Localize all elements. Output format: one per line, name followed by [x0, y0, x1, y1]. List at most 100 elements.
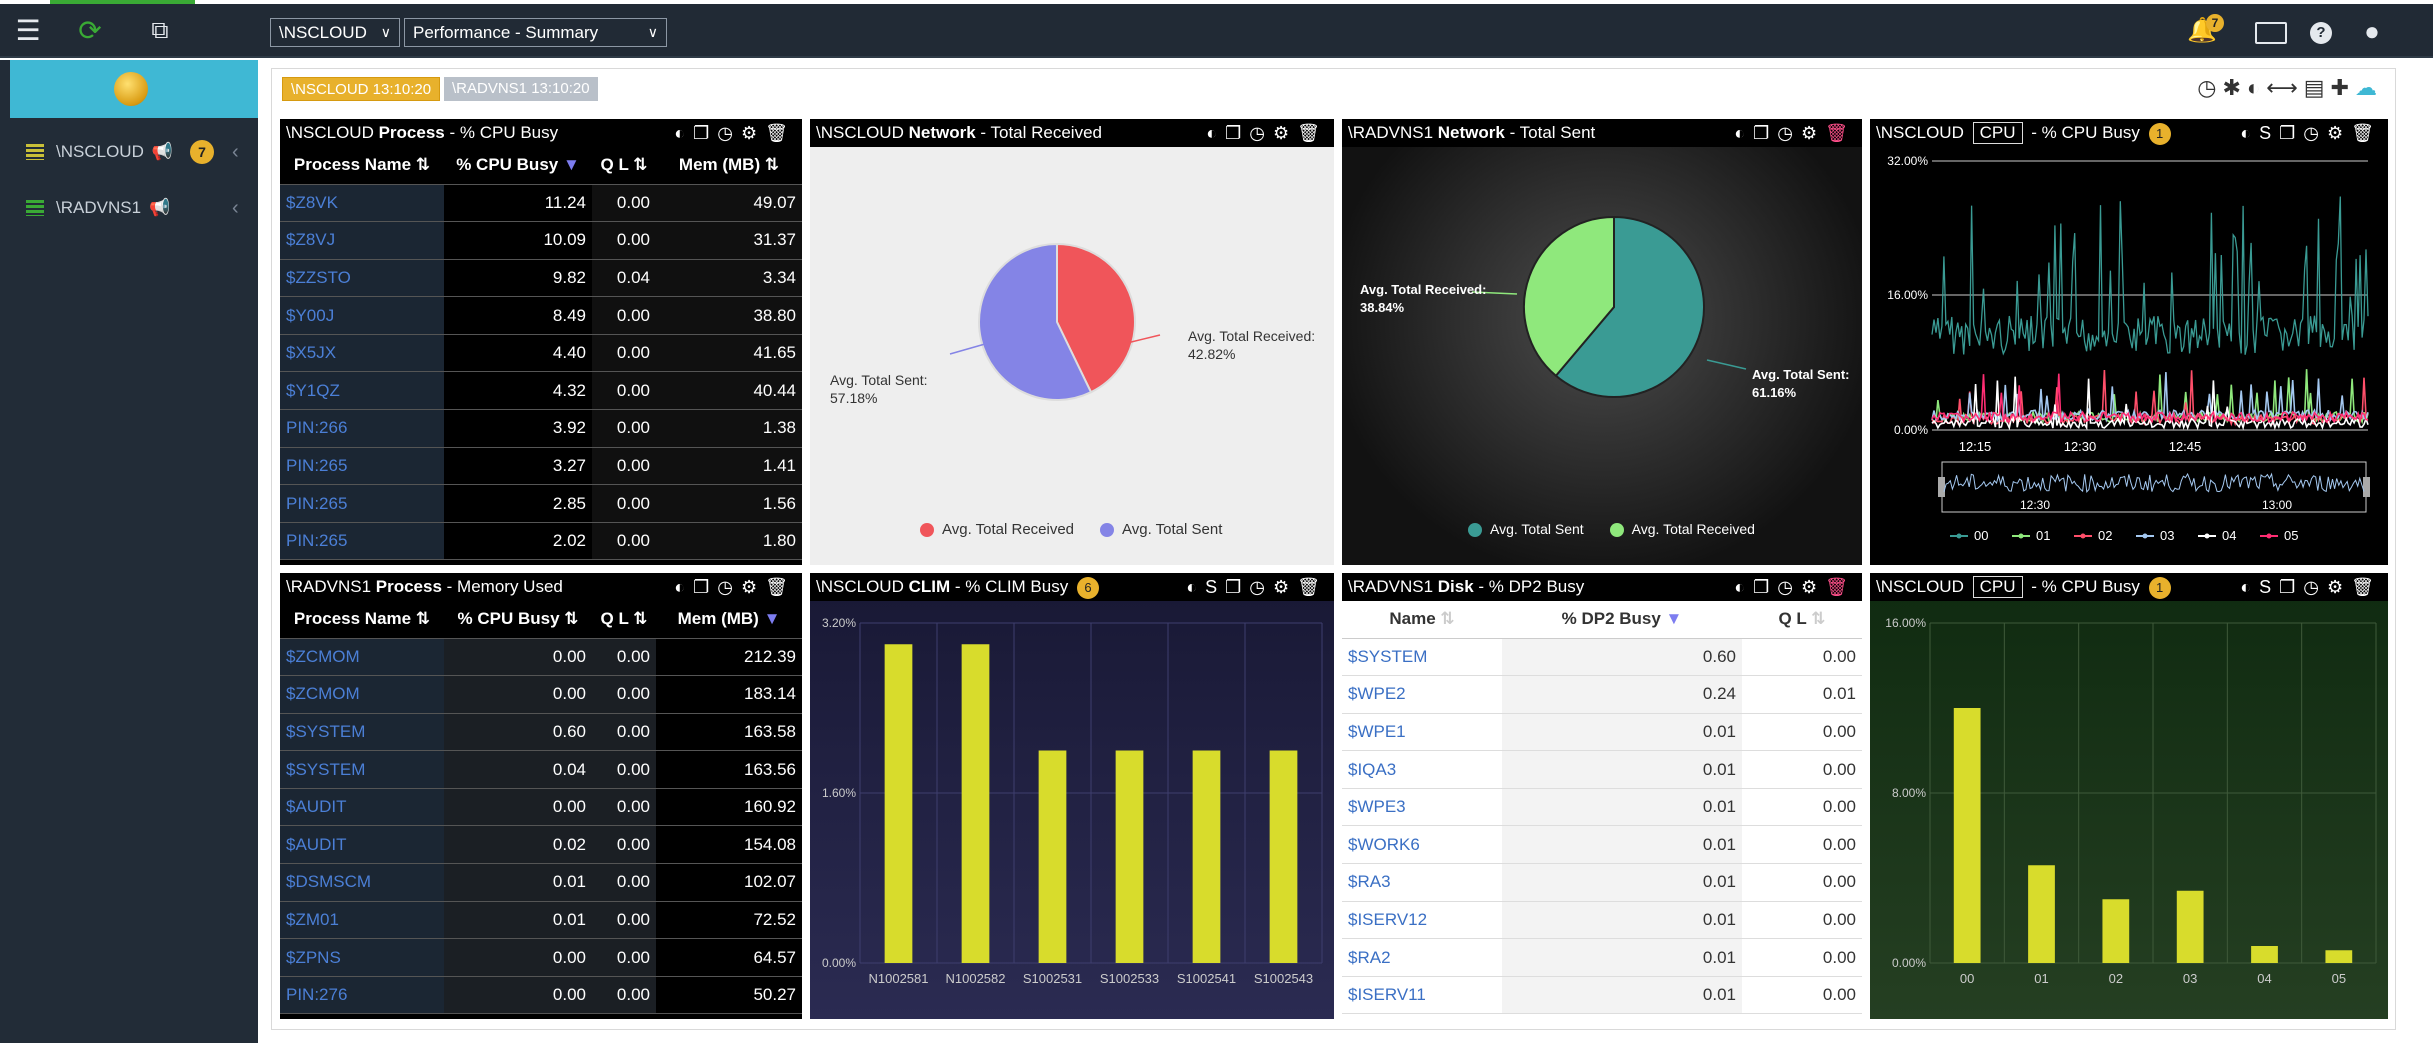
- clock-icon[interactable]: ◷: [1249, 577, 1273, 597]
- column-header[interactable]: Mem (MB) ▼: [656, 601, 802, 639]
- cell-name[interactable]: $DSMSCM: [280, 863, 444, 902]
- cell-name[interactable]: $AUDIT: [280, 825, 444, 865]
- cell-name[interactable]: $Y1QZ: [280, 371, 444, 411]
- cell-name[interactable]: $WPE2: [1342, 675, 1502, 714]
- table-row[interactable]: PIN:266 3.92 0.00 1.38: [280, 409, 802, 448]
- gear-icon[interactable]: ⚙: [2327, 123, 2351, 143]
- legend-item[interactable]: 01: [2012, 528, 2050, 543]
- gear-icon[interactable]: ⚙: [2327, 577, 2351, 597]
- column-header[interactable]: Mem (MB) ⇅: [656, 147, 802, 185]
- cell-name[interactable]: $WPE3: [1342, 788, 1502, 827]
- s-icon[interactable]: S: [1205, 577, 1225, 597]
- cell-name[interactable]: $IQA3: [1342, 750, 1502, 789]
- cloud-icon[interactable]: ☁: [2355, 75, 2383, 100]
- cell-name[interactable]: $SYSTEM: [280, 750, 444, 789]
- cell-name[interactable]: PIN:276: [280, 976, 444, 1015]
- s-icon[interactable]: S: [2259, 123, 2279, 143]
- copy-icon[interactable]: ❐: [1225, 123, 1249, 143]
- table-row[interactable]: $SYSTEM 0.60 0.00: [1342, 638, 1862, 677]
- contrast-icon[interactable]: ◐: [1186, 577, 1205, 597]
- trash-icon[interactable]: 🗑: [1825, 577, 1856, 597]
- table-row[interactable]: PIN:265 3.27 0.00 1.41: [280, 447, 802, 486]
- cell-name[interactable]: PIN:265: [280, 484, 444, 523]
- column-header[interactable]: Process Name ⇅: [280, 147, 444, 185]
- trash-icon[interactable]: 🗑: [765, 123, 796, 143]
- legend-item[interactable]: 00: [1950, 528, 1988, 543]
- bar-03[interactable]: [2176, 890, 2204, 963]
- cell-name[interactable]: $Z8VJ: [280, 221, 444, 260]
- copy-icon[interactable]: ❐: [1753, 123, 1777, 143]
- contrast-icon[interactable]: ◐: [1734, 123, 1753, 143]
- clock-icon[interactable]: ◷: [717, 577, 741, 597]
- cell-name[interactable]: $Y00J: [280, 296, 444, 335]
- cpu-selector[interactable]: CPU: [1972, 122, 2023, 144]
- copy-icon[interactable]: ❐: [2279, 577, 2303, 597]
- trash-icon[interactable]: 🗑: [1297, 123, 1328, 143]
- table-row[interactable]: $X5JX 4.40 0.00 41.65: [280, 334, 802, 373]
- news-icon[interactable]: [2255, 22, 2287, 44]
- cell-name[interactable]: $ISERV11: [1342, 976, 1502, 1015]
- table-row[interactable]: $Z8VK 11.24 0.00 49.07: [280, 184, 802, 223]
- clock-icon[interactable]: ◷: [1777, 577, 1801, 597]
- bar-S1002531[interactable]: [1038, 750, 1067, 964]
- copy-icon[interactable]: ❐: [2279, 123, 2303, 143]
- table-row[interactable]: $WPE3 0.01 0.00: [1342, 788, 1862, 827]
- bar-S1002533[interactable]: [1115, 750, 1144, 964]
- column-header[interactable]: Q L ⇅: [1742, 601, 1862, 639]
- table-row[interactable]: $AUDIT 0.02 0.00 154.08: [280, 825, 802, 865]
- column-header[interactable]: % DP2 Busy ▼: [1502, 601, 1742, 639]
- column-header[interactable]: Q L ⇅: [592, 147, 656, 185]
- table-row[interactable]: $WPE2 0.24 0.01: [1342, 675, 1862, 714]
- table-row[interactable]: $ZPNS 0.00 0.00 64.57: [280, 938, 802, 977]
- table-row[interactable]: $SYSTEM 0.04 0.00 163.56: [280, 750, 802, 789]
- table-row[interactable]: $WPE1 0.01 0.00: [1342, 713, 1862, 752]
- copy-icon[interactable]: ❐: [693, 123, 717, 143]
- column-header[interactable]: Q L ⇅: [592, 601, 656, 639]
- bar-S1002543[interactable]: [1269, 750, 1298, 964]
- column-header[interactable]: % CPU Busy ▼: [444, 147, 592, 185]
- table-row[interactable]: $AUDIT 0.00 0.00 160.92: [280, 788, 802, 827]
- cell-name[interactable]: $ZCMOM: [280, 675, 444, 714]
- contrast-icon[interactable]: ◐: [674, 123, 693, 143]
- gear-icon[interactable]: ⚙: [741, 123, 765, 143]
- clock-icon[interactable]: ◷: [2303, 577, 2327, 597]
- gear-icon[interactable]: ⚙: [1273, 123, 1297, 143]
- trash-icon[interactable]: 🗑: [2351, 123, 2382, 143]
- table-row[interactable]: PIN:276 0.00 0.00 50.27: [280, 976, 802, 1015]
- table-row[interactable]: $Y1QZ 4.32 0.00 40.44: [280, 371, 802, 411]
- system-select[interactable]: \NSCLOUD ∨: [270, 18, 400, 47]
- cell-name[interactable]: $SYSTEM: [280, 713, 444, 752]
- table-row[interactable]: $ISERV12 0.01 0.00: [1342, 901, 1862, 940]
- cell-name[interactable]: $ZPNS: [280, 938, 444, 977]
- contrast-icon[interactable]: ◐: [1734, 577, 1753, 597]
- cell-name[interactable]: $Z8VK: [280, 184, 444, 223]
- gear-icon[interactable]: ⚙: [1801, 123, 1825, 143]
- sidebar-item-radvns1[interactable]: \RADVNS1 📢 ‹: [10, 186, 258, 230]
- cell-name[interactable]: $WORK6: [1342, 825, 1502, 865]
- table-row[interactable]: $DSMSCM 0.01 0.00 102.07: [280, 863, 802, 902]
- expand-icon[interactable]: ⟷: [2266, 75, 2304, 100]
- table-row[interactable]: $ZCMOM 0.00 0.00 212.39: [280, 638, 802, 677]
- cell-name[interactable]: PIN:265: [280, 447, 444, 486]
- cell-name[interactable]: $WPE1: [1342, 713, 1502, 752]
- trash-icon[interactable]: 🗑: [1825, 123, 1856, 143]
- add-icon[interactable]: ✚: [2331, 75, 2355, 100]
- table-row[interactable]: PIN:265 2.85 0.00 1.56: [280, 484, 802, 523]
- chevron-left-icon[interactable]: ‹: [232, 197, 239, 220]
- user-icon[interactable]: ●: [2355, 4, 2389, 58]
- bar-N1002581[interactable]: [884, 644, 913, 963]
- cell-name[interactable]: PIN:266: [280, 409, 444, 448]
- legend-item[interactable]: 03: [2136, 528, 2174, 543]
- table-row[interactable]: $SYSTEM 0.60 0.00 163.58: [280, 713, 802, 752]
- clock-icon[interactable]: ◷: [1777, 123, 1801, 143]
- bar-N1002582[interactable]: [961, 644, 990, 963]
- clock-icon[interactable]: ◷: [717, 123, 741, 143]
- bar-S1002541[interactable]: [1192, 750, 1221, 964]
- view-select[interactable]: Performance - Summary ∨: [404, 18, 667, 47]
- legend-item[interactable]: Avg. Total Received: [920, 521, 1074, 538]
- navigator-frame[interactable]: [1941, 461, 2367, 513]
- column-header[interactable]: Name ⇅: [1342, 601, 1502, 639]
- table-row[interactable]: $ZZSTO 9.82 0.04 3.34: [280, 259, 802, 298]
- legend-item[interactable]: 05: [2260, 528, 2298, 543]
- clock-icon[interactable]: ◷: [2303, 123, 2327, 143]
